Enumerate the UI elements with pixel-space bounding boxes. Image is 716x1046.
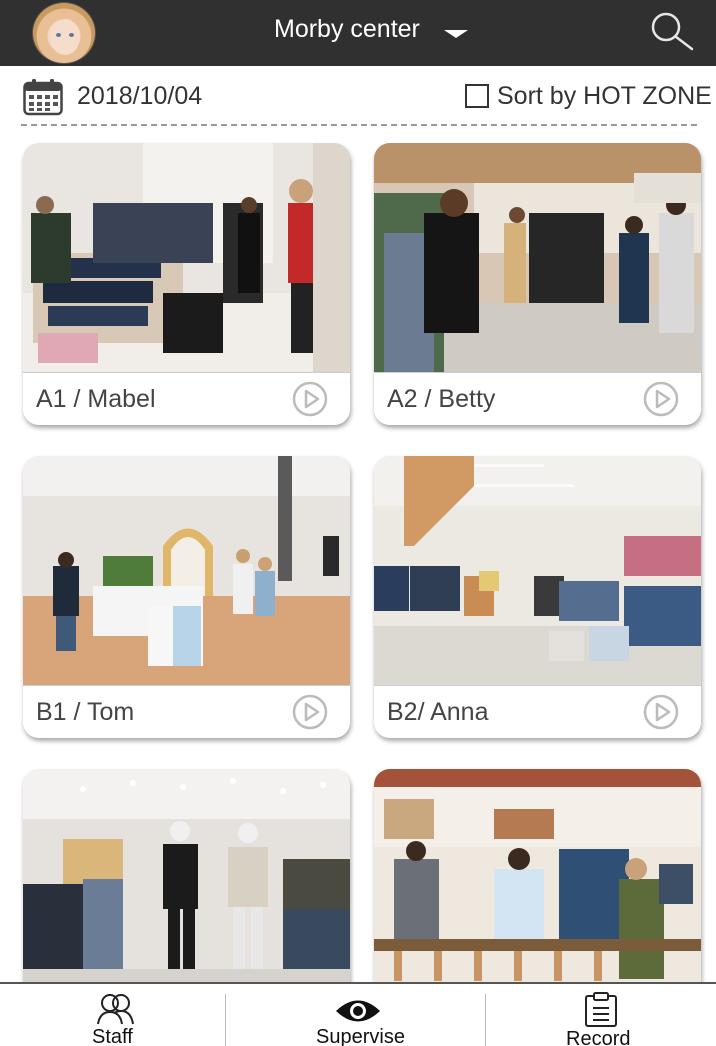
- caret-down-icon[interactable]: [444, 30, 468, 38]
- card-caption: B2/ Anna: [374, 685, 701, 738]
- camera-card-a2[interactable]: A2 / Betty: [374, 143, 701, 425]
- top-bar: Morby center: [0, 0, 716, 66]
- card-caption: A1 / Mabel: [23, 372, 350, 425]
- sort-hot-zone-label[interactable]: Sort by HOT ZONE: [497, 82, 712, 111]
- user-avatar[interactable]: [32, 2, 96, 64]
- store-photo: [374, 143, 701, 372]
- clipboard-icon: [585, 992, 617, 1027]
- store-photo: [374, 769, 701, 998]
- avatar-eye-left: [56, 33, 61, 37]
- store-photo: [23, 456, 350, 685]
- nav-supervise-label: Supervise: [316, 1026, 405, 1046]
- camera-card-b2[interactable]: B2/ Anna: [374, 456, 701, 738]
- card-caption: A2 / Betty: [374, 372, 701, 425]
- search-button[interactable]: [648, 10, 696, 54]
- sort-hot-zone-checkbox[interactable]: [465, 84, 489, 108]
- avatar-eye-right: [69, 33, 74, 37]
- nav-supervise[interactable]: Supervise: [226, 984, 485, 1046]
- play-icon[interactable]: [292, 694, 328, 730]
- nav-staff-label: Staff: [92, 1026, 133, 1046]
- card-caption: B1 / Tom: [23, 685, 350, 738]
- camera-card-a1[interactable]: A1 / Mabel: [23, 143, 350, 425]
- avatar-face: [50, 19, 80, 55]
- store-title[interactable]: Morby center: [274, 15, 420, 44]
- divider: [21, 124, 697, 126]
- store-photo: [374, 456, 701, 685]
- bottom-navigation: Staff Supervise Record: [0, 982, 716, 1046]
- zone-staff-label: B1 / Tom: [36, 698, 135, 726]
- play-icon[interactable]: [643, 381, 679, 417]
- zone-staff-label: B2/ Anna: [387, 698, 489, 726]
- zone-staff-label: A1 / Mabel: [36, 385, 156, 413]
- nav-record[interactable]: Record: [486, 984, 716, 1046]
- play-icon[interactable]: [292, 381, 328, 417]
- calendar-icon[interactable]: [23, 78, 63, 116]
- store-photo: [23, 143, 350, 372]
- selected-date[interactable]: 2018/10/04: [77, 82, 202, 111]
- search-icon: [651, 12, 694, 51]
- zone-staff-label: A2 / Betty: [387, 385, 496, 413]
- nav-staff[interactable]: Staff: [0, 984, 225, 1046]
- nav-record-label: Record: [566, 1028, 631, 1046]
- store-photo: [23, 769, 350, 998]
- staff-icon: [97, 994, 134, 1025]
- camera-card-b1[interactable]: B1 / Tom: [23, 456, 350, 738]
- eye-icon: [336, 1000, 380, 1022]
- play-icon[interactable]: [643, 694, 679, 730]
